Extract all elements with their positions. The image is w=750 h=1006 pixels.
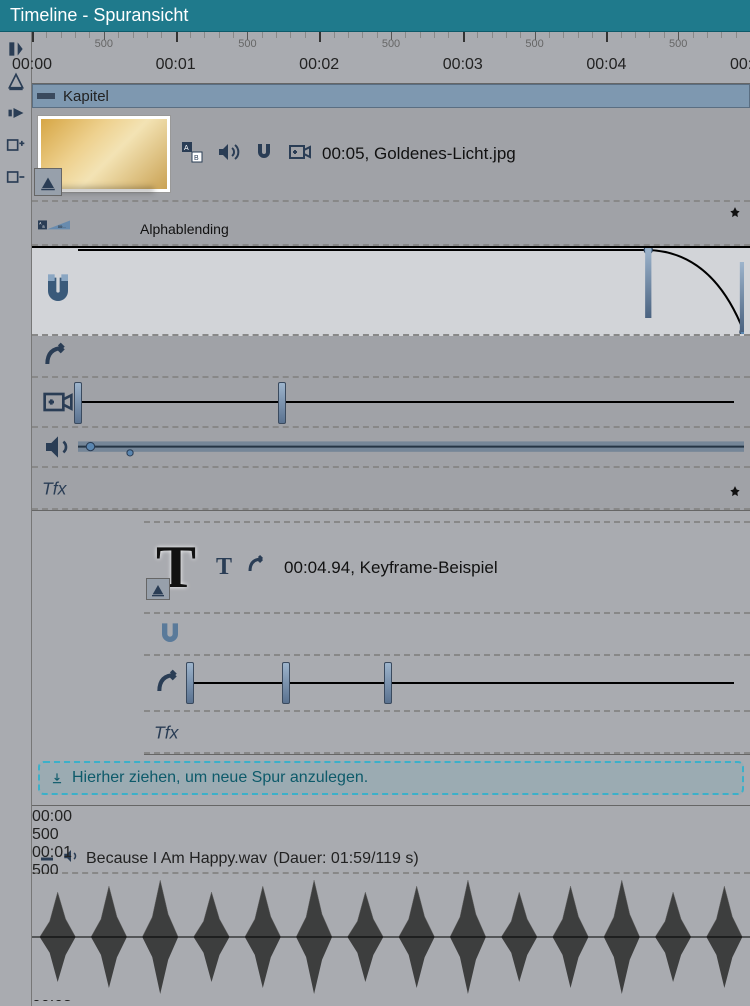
- ab-transition-icon[interactable]: AB: [180, 140, 204, 169]
- keyframe-marker[interactable]: [282, 662, 290, 704]
- camera-keyframe-lane[interactable]: [32, 378, 750, 428]
- motion-lane[interactable]: [32, 336, 750, 378]
- clip-info-text: 00:05, Goldenes-Licht.jpg: [322, 144, 516, 164]
- svg-text:Tfx: Tfx: [42, 478, 68, 498]
- svg-text:B: B: [42, 225, 44, 229]
- text-track-header[interactable]: T T 00:04.94, Keyframe-Beispiel: [144, 523, 750, 614]
- audio-icon[interactable]: [216, 140, 240, 169]
- tool-play-icon[interactable]: [3, 100, 29, 126]
- window-title: Timeline - Spuransicht: [10, 5, 188, 26]
- time-ruler-top[interactable]: 00:0050000:0150000:0250000:0350000:04500…: [32, 32, 750, 84]
- magnet-icon[interactable]: [252, 140, 276, 169]
- camera-add-icon[interactable]: [288, 140, 312, 169]
- svg-text:Tfx: Tfx: [154, 722, 180, 742]
- keyframe-marker[interactable]: [384, 662, 392, 704]
- pin-icon[interactable]: [728, 206, 742, 225]
- text-clip-info: 00:04.94, Keyframe-Beispiel: [284, 558, 498, 578]
- text-fx-lane[interactable]: Tfx: [144, 712, 750, 754]
- tool-add-icon[interactable]: [3, 132, 29, 158]
- opacity-curve-lane[interactable]: [32, 246, 750, 336]
- text-track: T T 00:04.94, Keyframe-Beispiel: [144, 521, 750, 755]
- time-ruler-bottom[interactable]: 00:0050000:0150000:0250000:0350000:04500…: [32, 805, 750, 845]
- drop-zone-text: Hierher ziehen, um neue Spur anzulegen.: [72, 769, 368, 787]
- clip-expand-icon[interactable]: [34, 168, 62, 196]
- keyframe-marker[interactable]: [278, 382, 286, 424]
- audio-waveform[interactable]: [32, 874, 750, 1000]
- alphablend-lane[interactable]: A B 00:... Alphablending: [32, 202, 750, 246]
- svg-text:A: A: [184, 145, 189, 152]
- clip-expand-icon[interactable]: [146, 578, 170, 600]
- keyframe-marker[interactable]: [74, 382, 82, 424]
- tool-remove-icon[interactable]: [3, 164, 29, 190]
- svg-text:B: B: [194, 155, 199, 162]
- side-toolbar: [0, 32, 32, 1006]
- chapter-label: Kapitel: [63, 88, 109, 105]
- text-magnet-lane[interactable]: [144, 614, 750, 656]
- new-track-drop-zone[interactable]: Hierher ziehen, um neue Spur anzulegen.: [38, 761, 744, 795]
- chapter-bar[interactable]: Kapitel: [32, 84, 750, 108]
- svg-text:00:...: 00:...: [58, 225, 67, 229]
- alphablend-label: Alphablending: [140, 221, 229, 237]
- audio-preview-lane[interactable]: [32, 428, 750, 468]
- keyframe-marker[interactable]: [186, 662, 194, 704]
- motion-icon[interactable]: [246, 553, 270, 582]
- title-bar: Timeline - Spuransicht: [0, 0, 750, 32]
- text-type-icon[interactable]: T: [216, 554, 232, 581]
- chapter-collapse-icon[interactable]: [37, 93, 55, 99]
- fx-lane[interactable]: Tfx: [32, 468, 750, 510]
- image-track-header[interactable]: AB 00:05, Goldenes-Licht.jpg: [32, 108, 750, 202]
- image-track: AB 00:05, Goldenes-Licht.jpg: [32, 108, 750, 511]
- pin-icon[interactable]: [728, 485, 742, 504]
- text-keyframe-lane[interactable]: [144, 656, 750, 712]
